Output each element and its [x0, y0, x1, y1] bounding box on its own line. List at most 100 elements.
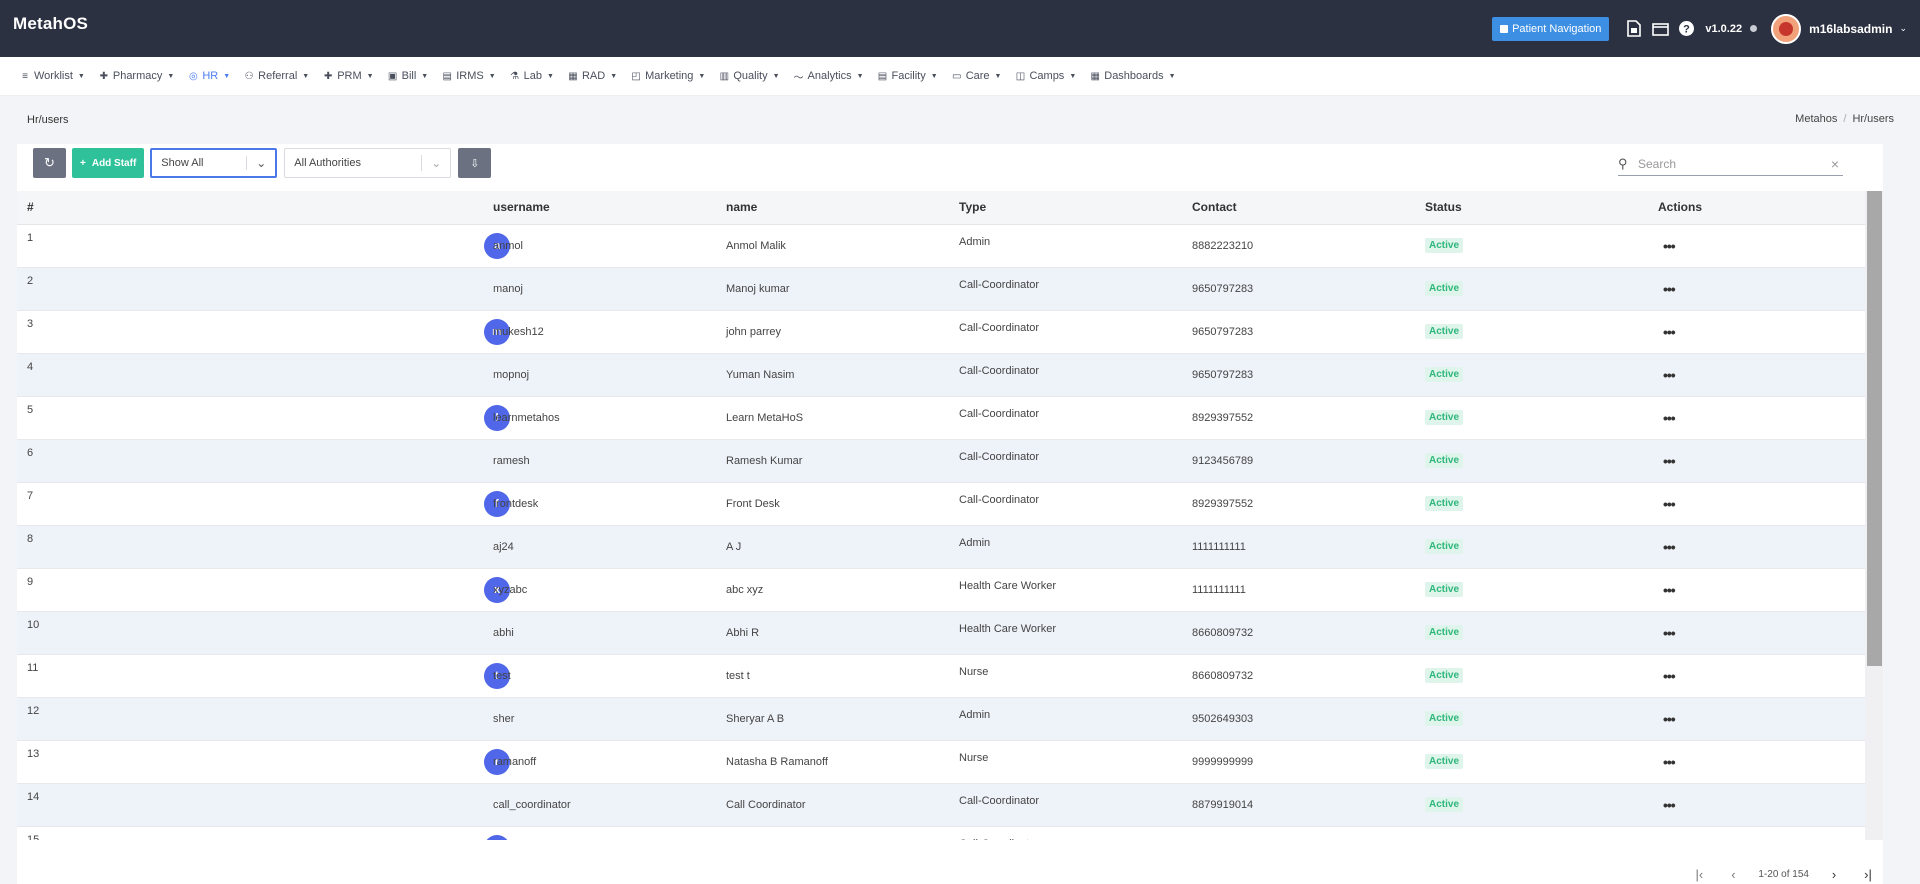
table-row[interactable]: 1 a anmol Anmol Malik Admin 8882223210 Active •…	[17, 224, 1883, 268]
chevron-down-icon[interactable]: ⌄	[1899, 23, 1907, 34]
cell-name: Learn MetaHoS	[716, 396, 949, 440]
cell-avatar: s	[250, 697, 510, 741]
cell-contact: 9123456789	[1182, 439, 1415, 483]
pagination-info: 1-20 of 154	[1758, 868, 1809, 880]
nav-item-quality[interactable]: ▥ Quality ▼	[719, 70, 780, 82]
folder-icon[interactable]	[1647, 16, 1673, 42]
table-row[interactable]: 3 m mukesh12 john parrey Call-Coordinator 965…	[17, 310, 1883, 354]
cell-type: Call-Coordinator	[949, 826, 1182, 840]
search-input[interactable]	[1638, 156, 1827, 171]
table-row[interactable]: 9 x xyzabc abc xyz Health Care Worker 1111111…	[17, 568, 1883, 612]
nav-item-analytics[interactable]: 〜 Analytics ▼	[794, 69, 864, 84]
filter-select[interactable]: Show All ⌄	[150, 148, 278, 178]
nav-item-facility[interactable]: ▤ Facility ▼	[878, 70, 938, 82]
column-header-index[interactable]: #	[17, 191, 250, 225]
more-actions-icon[interactable]: •••	[1658, 711, 1676, 727]
column-header-status[interactable]: Status	[1415, 191, 1648, 225]
more-actions-icon[interactable]: •••	[1658, 238, 1676, 254]
more-actions-icon[interactable]: •••	[1658, 410, 1676, 426]
clear-icon[interactable]: ×	[1827, 156, 1843, 172]
cell-index: 4	[17, 353, 250, 397]
nav-item-lab[interactable]: ⚗ Lab ▼	[510, 70, 554, 82]
plus-icon: +	[80, 157, 86, 169]
nav-item-marketing[interactable]: ◰ Marketing ▼	[631, 70, 705, 82]
status-badge: Active	[1425, 453, 1464, 468]
last-page-icon[interactable]: ›|	[1853, 867, 1883, 882]
more-actions-icon[interactable]: •••	[1658, 496, 1676, 512]
cell-username: learnmetahos	[483, 396, 716, 440]
nav-label: PRM	[337, 70, 362, 82]
table-row[interactable]: 4mmopnojYuman NasimCall-Coordinator96507…	[17, 353, 1883, 397]
more-actions-icon[interactable]: •••	[1658, 668, 1676, 684]
nav-item-hr[interactable]: ◎ HR ▼	[188, 70, 230, 82]
table-row[interactable]: 2mmanojManoj kumarCall-Coordinator965079…	[17, 267, 1883, 311]
patient-navigation-button[interactable]: Patient Navigation	[1492, 16, 1610, 41]
table-row[interactable]: 15c Call-Coordinator Active •••	[17, 826, 1883, 840]
next-page-icon[interactable]: ›	[1819, 867, 1849, 882]
cell-avatar: t	[250, 654, 510, 698]
table-row[interactable]: 14ccall_coordinatorCall CoordinatorCall-…	[17, 783, 1883, 827]
nav-item-referral[interactable]: ⚇ Referral ▼	[244, 70, 310, 82]
file-icon[interactable]	[1621, 16, 1647, 42]
table-row[interactable]: 6rrameshRamesh KumarCall-Coordinator9123…	[17, 439, 1883, 483]
more-actions-icon[interactable]: •••	[1658, 324, 1676, 340]
help-icon[interactable]: ?	[1673, 16, 1699, 42]
filter-value: Show All	[161, 157, 204, 169]
nav-item-pharmacy[interactable]: ✚ Pharmacy ▼	[99, 70, 175, 82]
cell-index: 15	[17, 826, 250, 840]
column-header-contact[interactable]: Contact	[1182, 191, 1415, 225]
more-actions-icon[interactable]: •••	[1658, 754, 1676, 770]
nav-item-bill[interactable]: ▣ Bill ▼	[388, 70, 428, 82]
more-actions-icon[interactable]: •••	[1658, 539, 1676, 555]
cell-status: Active	[1415, 353, 1648, 397]
refresh-button[interactable]: ↻	[33, 148, 66, 178]
column-header-name[interactable]: name	[716, 191, 949, 225]
nav-icon: ▤	[442, 70, 452, 82]
status-badge: Active	[1425, 668, 1464, 683]
more-actions-icon[interactable]: •••	[1658, 840, 1676, 841]
nav-icon: ▥	[719, 70, 730, 82]
more-actions-icon[interactable]: •••	[1658, 797, 1676, 813]
more-actions-icon[interactable]: •••	[1658, 281, 1676, 297]
column-header-type[interactable]: Type	[949, 191, 1182, 225]
nav-item-worklist[interactable]: ≡ Worklist ▼	[20, 70, 85, 82]
download-button[interactable]: ⇩	[458, 148, 492, 178]
column-header-username[interactable]: username	[483, 191, 716, 225]
nav-item-care[interactable]: ▭ Care ▼	[952, 70, 1002, 82]
cell-actions: •••	[1648, 482, 1883, 526]
cell-actions: •••	[1648, 396, 1883, 440]
table-row[interactable]: 13 r ramanoff Natasha B Ramanoff Nurse 999999…	[17, 740, 1883, 784]
cell-contact: 8929397552	[1182, 482, 1415, 526]
cell-index: 14	[17, 783, 250, 827]
avatar-image	[1779, 21, 1794, 36]
cell-index: 3	[17, 310, 250, 354]
first-page-icon[interactable]: |‹	[1684, 867, 1714, 882]
user-name[interactable]: m16labsadmin	[1809, 22, 1892, 36]
breadcrumb-item-metahos[interactable]: Metahos	[1795, 113, 1837, 125]
nav-item-irms[interactable]: ▤ IRMS ▼	[442, 70, 495, 82]
nav-item-prm[interactable]: ✚ PRM ▼	[323, 70, 374, 82]
cell-status: Active	[1415, 568, 1648, 612]
status-badge: Active	[1425, 582, 1464, 597]
table-row[interactable]: 7 f frontdesk Front Desk Call-Coordinator 892…	[17, 482, 1883, 526]
nav-item-rad[interactable]: ▦ RAD ▼	[568, 70, 617, 82]
more-actions-icon[interactable]: •••	[1658, 582, 1676, 598]
table-row[interactable]: 12ssherSheryar A BAdmin9502649303 Active •…	[17, 697, 1883, 741]
app-logo[interactable]: MetahOS	[13, 14, 88, 34]
user-avatar[interactable]	[1771, 13, 1802, 44]
cell-type: Call-Coordinator	[949, 439, 1182, 483]
prev-page-icon[interactable]: ‹	[1718, 867, 1748, 882]
add-staff-button[interactable]: + Add Staff	[72, 148, 145, 178]
scrollbar-thumb[interactable]	[1867, 191, 1882, 666]
table-row[interactable]: 11 t test test t Nurse 8660809732 Active •••	[17, 654, 1883, 698]
table-row[interactable]: 5 l learnmetahos Learn MetaHoS Call-Coordina…	[17, 396, 1883, 440]
table-scrollbar[interactable]	[1865, 191, 1883, 840]
table-row[interactable]: 8aaj24A JAdmin1111111111 Active •••	[17, 525, 1883, 569]
nav-item-dashboards[interactable]: ▦ Dashboards ▼	[1090, 70, 1176, 82]
more-actions-icon[interactable]: •••	[1658, 367, 1676, 383]
more-actions-icon[interactable]: •••	[1658, 625, 1676, 641]
more-actions-icon[interactable]: •••	[1658, 453, 1676, 469]
nav-item-camps[interactable]: ◫ Camps ▼	[1015, 70, 1077, 82]
table-row[interactable]: 10aabhiAbhi RHealth Care Worker866080973…	[17, 611, 1883, 655]
authority-select[interactable]: All Authorities ⌄	[284, 148, 452, 178]
